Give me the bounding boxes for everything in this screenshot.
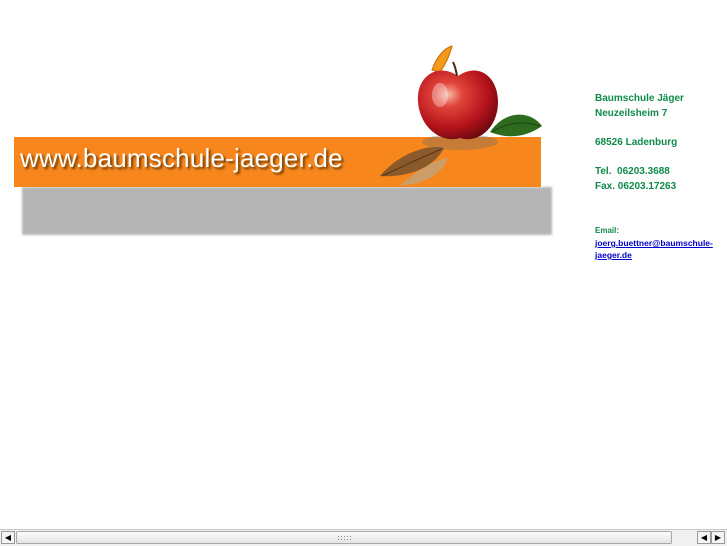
street-address: Neuzeilsheim 7 <box>595 108 668 119</box>
horizontal-scrollbar[interactable]: ◀ ◀ ▶ <box>0 529 727 546</box>
banner-shadow <box>22 187 552 235</box>
email-link-line1: joerg.buettner@baumschule- <box>595 238 713 248</box>
email-label: Email: <box>595 226 620 235</box>
arrow-left-icon: ◀ <box>4 533 12 542</box>
grip-icon <box>337 535 353 541</box>
arrow-right-icon: ▶ <box>714 533 722 542</box>
fax-number: Fax. 06203.17263 <box>595 181 677 192</box>
scrollbar-thumb[interactable] <box>16 531 672 544</box>
contact-block: Baumschule Jäger Neuzeilsheim 7 68526 La… <box>595 91 725 261</box>
phone-number: Tel. 06203.3688 <box>595 166 670 177</box>
scroll-right-button[interactable]: ▶ <box>711 531 725 544</box>
city-postal: 68526 Ladenburg <box>595 137 678 148</box>
company-name: Baumschule Jäger <box>595 93 684 104</box>
site-url-banner-text: www.baumschule-jaeger.de <box>20 143 343 173</box>
scroll-left-button-end[interactable]: ◀ <box>697 531 711 544</box>
apple-illustration <box>380 45 542 186</box>
arrow-left-icon: ◀ <box>700 533 708 542</box>
email-link[interactable]: joerg.buettner@baumschule- jaeger.de <box>595 237 725 261</box>
email-link-line2: jaeger.de <box>595 250 632 260</box>
header-banner: www.baumschule-jaeger.de <box>0 40 560 235</box>
scroll-left-button[interactable]: ◀ <box>1 531 15 544</box>
